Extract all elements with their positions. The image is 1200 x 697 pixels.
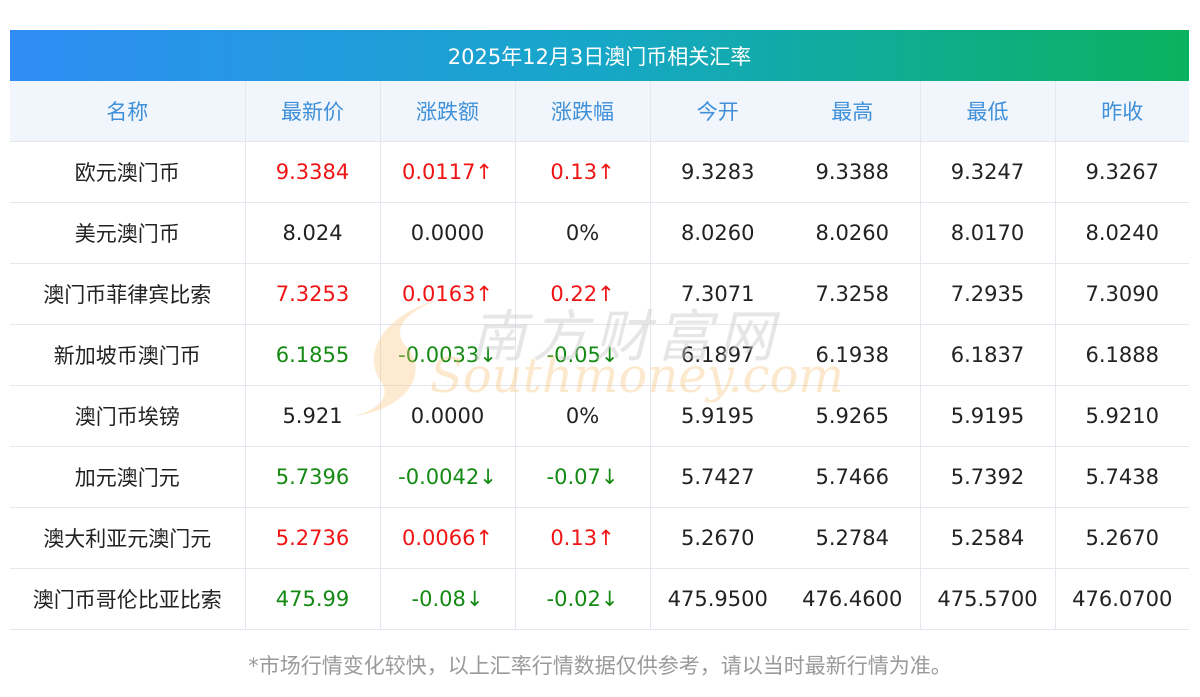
cell-high: 5.9265	[785, 385, 921, 447]
cell-latest: 5.2736	[245, 507, 381, 569]
table-title: 2025年12月3日澳门币相关汇率	[10, 30, 1189, 81]
cell-prev: 9.3267	[1055, 141, 1189, 203]
cell-prev: 5.7438	[1055, 446, 1189, 508]
col-header-latest: 最新价	[245, 81, 381, 142]
cell-high: 8.0260	[785, 202, 921, 264]
cell-name: 加元澳门元	[10, 446, 246, 508]
cell-open: 475.9500	[650, 568, 785, 630]
cell-open: 5.2670	[650, 507, 785, 569]
table-row: 欧元澳门币 9.3384 0.0117↑ 0.13↑ 9.3283 9.3388 9.324…	[10, 141, 1189, 203]
table-row: 澳大利亚元澳门元 5.2736 0.0066↑ 0.13↑ 5.2670 5.2784 5.…	[10, 507, 1189, 569]
cell-prev: 5.9210	[1055, 385, 1189, 447]
cell-pct: 0%	[515, 385, 651, 447]
col-header-name: 名称	[10, 81, 246, 142]
footnote: *市场行情变化较快，以上汇率行情数据仅供参考，请以当时最新行情为准。	[248, 654, 952, 678]
cell-prev: 5.2670	[1055, 507, 1189, 569]
table-row: 加元澳门元 5.7396 -0.0042↓ -0.07↓ 5.7427 5.7466 5.7…	[10, 446, 1189, 508]
col-header-change: 涨跌额	[380, 81, 516, 142]
cell-name: 欧元澳门币	[10, 141, 246, 203]
cell-high: 5.7466	[785, 446, 921, 508]
cell-prev: 8.0240	[1055, 202, 1189, 264]
cell-change: -0.0042↓	[380, 446, 516, 508]
cell-name: 澳门币埃镑	[10, 385, 246, 447]
cell-latest: 5.921	[245, 385, 381, 447]
cell-name: 新加坡币澳门币	[10, 324, 246, 386]
cell-low: 475.5700	[920, 568, 1056, 630]
cell-high: 6.1938	[785, 324, 921, 386]
cell-pct: -0.05↓	[515, 324, 651, 386]
cell-high: 7.3258	[785, 263, 921, 325]
header-row: 名称 最新价 涨跌额 涨跌幅 今开 最高 最低 昨收	[10, 81, 1189, 142]
cell-pct: -0.07↓	[515, 446, 651, 508]
cell-open: 7.3071	[650, 263, 785, 325]
cell-change: -0.08↓	[380, 568, 516, 630]
cell-open: 6.1897	[650, 324, 785, 386]
cell-low: 5.7392	[920, 446, 1056, 508]
col-header-high: 最高	[785, 81, 921, 142]
cell-prev: 476.0700	[1055, 568, 1189, 630]
table-row: 澳门币菲律宾比索 7.3253 0.0163↑ 0.22↑ 7.3071 7.3258 7.…	[10, 263, 1189, 325]
cell-pct: -0.02↓	[515, 568, 651, 630]
cell-change: 0.0163↑	[380, 263, 516, 325]
table-row: 美元澳门币 8.024 0.0000 0% 8.0260 8.0260 8.0170 8.02…	[10, 202, 1189, 264]
cell-latest: 7.3253	[245, 263, 381, 325]
cell-change: 0.0066↑	[380, 507, 516, 569]
rate-table-container: 2025年12月3日澳门币相关汇率 名称 最新价 涨跌额 涨跌幅 今开 最高 最…	[10, 30, 1189, 630]
cell-open: 5.7427	[650, 446, 785, 508]
cell-change: 0.0117↑	[380, 141, 516, 203]
cell-high: 5.2784	[785, 507, 921, 569]
col-header-low: 最低	[920, 81, 1056, 142]
col-header-open: 今开	[650, 81, 785, 142]
cell-pct: 0.13↑	[515, 507, 651, 569]
cell-change: 0.0000	[380, 202, 516, 264]
rate-table: 名称 最新价 涨跌额 涨跌幅 今开 最高 最低 昨收 欧元澳门币 9.3384 0.…	[10, 81, 1189, 630]
table-row: 澳门币埃镑 5.921 0.0000 0% 5.9195 5.9265 5.9195 5.92…	[10, 385, 1189, 447]
cell-name: 澳门币哥伦比亚比索	[10, 568, 246, 630]
cell-low: 5.2584	[920, 507, 1056, 569]
cell-change: -0.0033↓	[380, 324, 516, 386]
table-row: 新加坡币澳门币 6.1855 -0.0033↓ -0.05↓ 6.1897 6.1938 6…	[10, 324, 1189, 386]
cell-low: 5.9195	[920, 385, 1056, 447]
cell-prev: 6.1888	[1055, 324, 1189, 386]
cell-low: 9.3247	[920, 141, 1056, 203]
cell-open: 9.3283	[650, 141, 785, 203]
cell-latest: 5.7396	[245, 446, 381, 508]
cell-name: 澳门币菲律宾比索	[10, 263, 246, 325]
cell-pct: 0.22↑	[515, 263, 651, 325]
cell-latest: 475.99	[245, 568, 381, 630]
cell-name: 澳大利亚元澳门元	[10, 507, 246, 569]
cell-pct: 0%	[515, 202, 651, 264]
cell-pct: 0.13↑	[515, 141, 651, 203]
cell-latest: 6.1855	[245, 324, 381, 386]
table-row: 澳门币哥伦比亚比索 475.99 -0.08↓ -0.02↓ 475.9500 476.4…	[10, 568, 1189, 630]
col-header-prev: 昨收	[1055, 81, 1189, 142]
cell-change: 0.0000	[380, 385, 516, 447]
cell-high: 476.4600	[785, 568, 921, 630]
cell-name: 美元澳门币	[10, 202, 246, 264]
cell-low: 8.0170	[920, 202, 1056, 264]
col-header-pct: 涨跌幅	[515, 81, 651, 142]
cell-prev: 7.3090	[1055, 263, 1189, 325]
cell-open: 8.0260	[650, 202, 785, 264]
cell-open: 5.9195	[650, 385, 785, 447]
cell-high: 9.3388	[785, 141, 921, 203]
cell-latest: 8.024	[245, 202, 381, 264]
cell-low: 7.2935	[920, 263, 1056, 325]
cell-low: 6.1837	[920, 324, 1056, 386]
cell-latest: 9.3384	[245, 141, 381, 203]
